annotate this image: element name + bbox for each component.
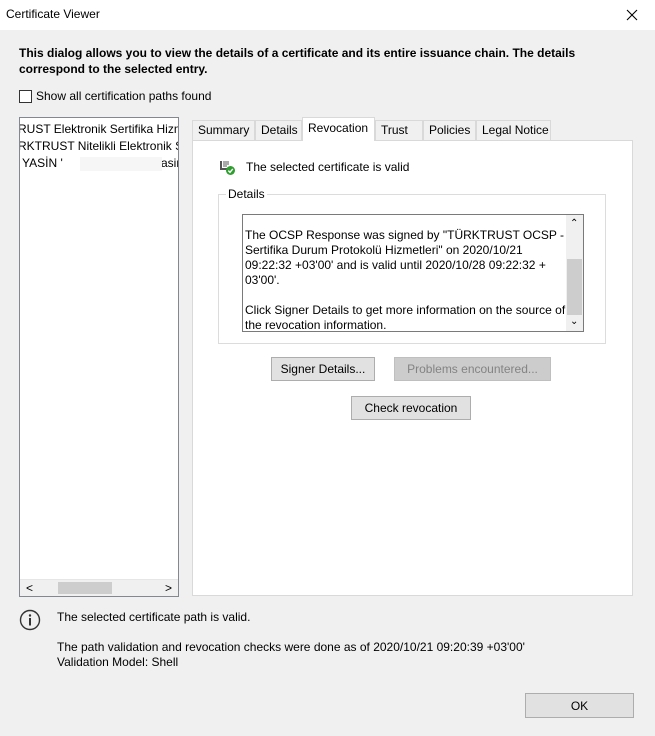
tab-label: Summary — [198, 123, 250, 137]
ocsp-response-paragraph: The OCSP Response was signed by "TÜRKTRU… — [245, 228, 565, 287]
window-title: Certificate Viewer — [6, 7, 100, 21]
button-label: Check revocation — [364, 401, 458, 415]
scroll-up-icon[interactable]: ⌃ — [570, 218, 578, 229]
tab-label: Revocation — [308, 121, 369, 135]
valid-certificate-icon — [220, 161, 235, 175]
chain-item-root[interactable]: RUST Elektronik Sertifika Hizm — [19, 121, 179, 138]
tab-summary[interactable]: Summary — [192, 120, 255, 140]
tab-legal-notice[interactable]: Legal Notice — [476, 120, 551, 140]
details-vertical-scrollbar[interactable]: ⌃ ⌄ — [566, 215, 583, 331]
tab-details[interactable]: Details — [255, 120, 302, 140]
show-all-paths-label: Show all certification paths found — [36, 89, 212, 103]
tab-revocation[interactable]: Revocation — [302, 117, 375, 141]
scrollbar-thumb[interactable] — [567, 259, 582, 315]
chain-item-label: RUST Elektronik Sertifika Hizm — [19, 122, 179, 136]
intro-text: This dialog allows you to view the detai… — [19, 46, 576, 76]
close-icon — [626, 9, 638, 21]
validation-info: The path validation and revocation check… — [57, 640, 525, 670]
tab-label: Trust — [381, 123, 408, 137]
certificate-status: The selected certificate is valid — [218, 158, 409, 176]
close-button[interactable] — [609, 0, 655, 30]
path-valid-text: The selected certificate path is valid. — [57, 610, 251, 624]
signer-hint-paragraph: Click Signer Details to get more informa… — [245, 303, 566, 332]
tab-label: Policies — [429, 123, 471, 137]
certificate-status-text: The selected certificate is valid — [246, 160, 410, 174]
redacted-region — [80, 157, 162, 171]
check-revocation-button[interactable]: Check revocation — [351, 396, 471, 420]
validation-model-text: Validation Model: Shell — [57, 655, 179, 669]
revocation-details-text[interactable]: The OCSP Response was signed by "TÜRKTRU… — [242, 214, 584, 332]
revocation-details-content: The OCSP Response was signed by "TÜRKTRU… — [245, 228, 567, 332]
revocation-panel: The selected certificate is valid Detail… — [192, 140, 633, 596]
chain-item-label: RKTRUST Nitelikli Elektronik Se — [19, 139, 179, 153]
problems-encountered-button[interactable]: Problems encountered... — [394, 357, 551, 381]
tab-trust[interactable]: Trust — [375, 120, 423, 140]
scrollbar-thumb[interactable] — [58, 582, 112, 594]
signer-details-button[interactable]: Signer Details... — [271, 357, 375, 381]
show-all-paths-checkbox[interactable] — [19, 89, 32, 103]
button-label: Problems encountered... — [407, 362, 538, 376]
info-icon — [19, 609, 41, 631]
chain-item-label: YASİN ' — [22, 156, 63, 170]
show-all-paths-option[interactable]: Show all certification paths found — [19, 89, 211, 103]
tab-policies[interactable]: Policies — [423, 120, 476, 140]
tab-label: Legal Notice — [482, 123, 549, 137]
certificate-chain-list[interactable]: RUST Elektronik Sertifika Hizm RKTRUST N… — [19, 117, 179, 597]
details-group: Details The OCSP Response was signed by … — [218, 187, 606, 344]
validation-time-text: The path validation and revocation check… — [57, 640, 525, 654]
scroll-left-icon[interactable]: < — [26, 581, 33, 595]
details-group-label: Details — [226, 187, 267, 201]
scroll-down-icon[interactable]: ⌄ — [570, 316, 578, 327]
button-label: Signer Details... — [280, 362, 366, 376]
chain-item-intermediate[interactable]: RKTRUST Nitelikli Elektronik Se — [19, 138, 179, 155]
button-label: OK — [570, 698, 589, 713]
tab-label: Details — [261, 123, 298, 137]
chain-horizontal-scrollbar[interactable]: < > — [20, 579, 178, 596]
scroll-right-icon[interactable]: > — [165, 581, 172, 595]
ok-button[interactable]: OK — [525, 693, 634, 718]
title-bar: Certificate Viewer — [0, 0, 655, 30]
